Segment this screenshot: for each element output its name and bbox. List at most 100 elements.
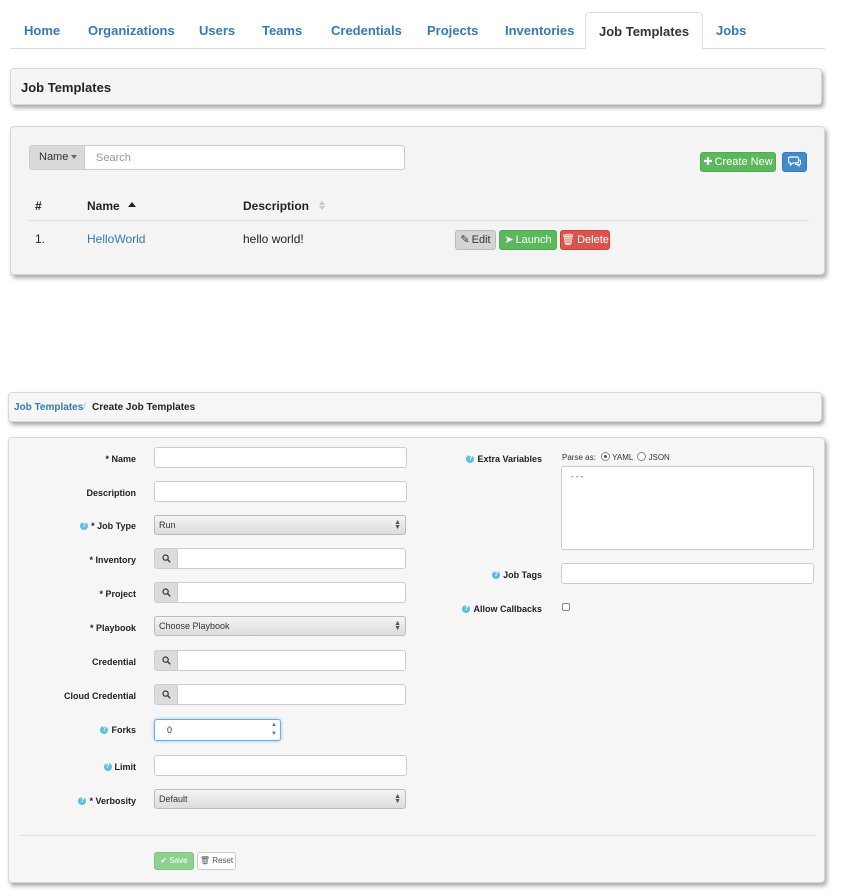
breadcrumb-separator: /: [83, 402, 86, 413]
inventory-lookup: [154, 548, 406, 569]
help-icon[interactable]: ?: [492, 570, 501, 579]
credential-lookup: [154, 650, 406, 671]
parse-as-group: Parse as: YAML JSON: [562, 452, 670, 462]
label-forks: ? Forks: [100, 725, 136, 735]
page-title: Job Templates: [21, 80, 112, 95]
tab-users[interactable]: Users: [199, 12, 235, 49]
search-icon: [162, 554, 171, 563]
column-header-name[interactable]: Name: [87, 199, 136, 213]
label-job-tags: ? Job Tags: [492, 570, 542, 580]
search-icon: [162, 588, 171, 597]
help-icon[interactable]: ?: [80, 521, 89, 530]
edit-icon: ✎: [460, 234, 470, 246]
help-icon[interactable]: ?: [103, 762, 112, 771]
help-icon[interactable]: ?: [466, 454, 475, 463]
help-icon[interactable]: ?: [78, 796, 87, 805]
job-type-value: Run: [159, 520, 176, 530]
stepper-arrows-icon[interactable]: ▲ ▼: [271, 721, 277, 739]
edit-button[interactable]: ✎ Edit: [455, 230, 496, 250]
select-arrows-icon: ▲ ▼: [394, 620, 401, 632]
plus-icon: ✚: [703, 156, 713, 168]
label-playbook: * Playbook: [89, 623, 136, 633]
select-arrows-icon: ▲ ▼: [394, 519, 401, 531]
launch-label: Launch: [515, 234, 552, 246]
label-name: * Name: [105, 454, 136, 464]
reset-button[interactable]: 🗑 Reset: [197, 852, 236, 870]
delete-button[interactable]: 🗑 Delete: [560, 230, 610, 250]
tab-organizations[interactable]: Organizations: [88, 12, 175, 49]
tab-credentials[interactable]: Credentials: [331, 12, 402, 49]
playbook-value: Choose Playbook: [159, 621, 230, 631]
credential-field[interactable]: [178, 650, 406, 671]
breadcrumb-current: Create Job Templates: [92, 402, 196, 413]
save-button[interactable]: ✔ Save: [154, 852, 194, 870]
tab-projects[interactable]: Projects: [427, 12, 478, 49]
label-credential: Credential: [91, 657, 136, 667]
inventory-field[interactable]: [178, 548, 406, 569]
tab-teams[interactable]: Teams: [262, 12, 302, 49]
column-header-description[interactable]: Description: [243, 199, 326, 213]
reset-label: Reset: [212, 856, 234, 865]
label-verbosity: ? * Verbosity: [78, 796, 136, 806]
forks-stepper[interactable]: 0 ▲ ▼: [154, 719, 281, 741]
limit-field[interactable]: [154, 755, 407, 776]
form-divider: [20, 835, 816, 836]
label-limit: ? Limit: [103, 762, 136, 772]
tab-job-templates[interactable]: Job Templates: [585, 12, 704, 50]
job-templates-list: Name ✚Create New # Name Description 1. H…: [10, 126, 825, 275]
row-index: 1.: [35, 232, 46, 246]
verbosity-select[interactable]: Default ▲ ▼: [154, 789, 406, 809]
forks-value: 0: [167, 725, 173, 735]
breadcrumb: Job Templates / Create Job Templates: [8, 392, 822, 422]
verbosity-value: Default: [159, 794, 188, 804]
allow-callbacks-checkbox[interactable]: [562, 603, 570, 611]
row-name-link[interactable]: HelloWorld: [87, 232, 145, 246]
credential-lookup-button[interactable]: [154, 650, 178, 671]
select-arrows-icon: ▲ ▼: [394, 793, 401, 805]
search-icon: [162, 690, 171, 699]
sort-ascending-icon: [127, 202, 136, 208]
label-cloud-credential: Cloud Credential: [63, 691, 136, 701]
create-new-label: Create New: [714, 156, 773, 168]
launch-button[interactable]: ➤ Launch: [499, 230, 557, 250]
activity-stream-button[interactable]: [782, 152, 807, 172]
cloud-credential-lookup-button[interactable]: [154, 684, 178, 705]
label-description: Description: [86, 488, 136, 498]
description-field[interactable]: [154, 481, 407, 502]
cloud-credential-lookup: [154, 684, 406, 705]
tab-jobs[interactable]: Jobs: [716, 12, 746, 49]
label-extra-variables: ? Extra Variables: [466, 454, 542, 464]
project-lookup-button[interactable]: [154, 582, 178, 603]
search-group: Name: [29, 145, 405, 170]
tab-inventories[interactable]: Inventories: [505, 12, 574, 49]
json-radio[interactable]: [637, 452, 647, 462]
top-navigation: Home Organizations Users Teams Credentia…: [10, 12, 825, 50]
playbook-select[interactable]: Choose Playbook ▲ ▼: [154, 616, 406, 636]
parse-as-label: Parse as:: [562, 453, 596, 462]
check-icon: ✔: [160, 856, 170, 865]
tab-home[interactable]: Home: [24, 12, 60, 49]
inventory-lookup-button[interactable]: [154, 548, 178, 569]
rocket-icon: ➤: [504, 234, 514, 246]
job-tags-field[interactable]: [561, 563, 814, 584]
project-field[interactable]: [178, 582, 406, 603]
search-field-dropdown[interactable]: Name: [30, 146, 85, 169]
cloud-credential-field[interactable]: [178, 684, 406, 705]
name-field[interactable]: [154, 447, 407, 468]
label-job-type: ? * Job Type: [80, 521, 136, 531]
page-title-bar: Job Templates: [10, 68, 822, 105]
job-type-select[interactable]: Run ▲ ▼: [154, 515, 406, 535]
breadcrumb-job-templates[interactable]: Job Templates: [14, 402, 83, 413]
extra-variables-editor[interactable]: ---: [561, 466, 814, 550]
help-icon[interactable]: ?: [100, 725, 109, 734]
delete-label: Delete: [577, 234, 609, 246]
search-field-label: Name: [39, 151, 69, 163]
label-allow-callbacks: ? Allow Callbacks: [462, 604, 542, 614]
create-new-button[interactable]: ✚ Create New: [700, 152, 776, 172]
yaml-label: YAML: [612, 453, 634, 462]
yaml-radio[interactable]: [601, 452, 611, 462]
help-icon[interactable]: ?: [462, 604, 471, 613]
search-input[interactable]: [86, 146, 404, 169]
trash-icon: 🗑: [561, 234, 576, 246]
search-icon: [162, 656, 171, 665]
